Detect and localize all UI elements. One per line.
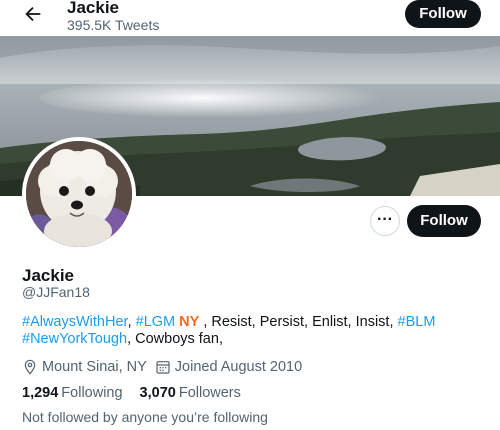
followers-count: 3,070 — [139, 385, 176, 401]
avatar-image — [26, 141, 132, 247]
profile-meta: Mount Sinai, NY Joined August 2010 — [22, 358, 310, 376]
bio-separator: , — [127, 314, 136, 330]
hashtag-lgm[interactable]: #LGM — [136, 314, 176, 330]
arrow-left-icon — [25, 6, 41, 22]
avatar[interactable] — [22, 137, 136, 251]
bio-text: , Resist, Persist, Enlist, Insist, — [199, 314, 398, 330]
location: Mount Sinai, NY — [22, 358, 147, 376]
more-options-button[interactable]: ··· — [370, 206, 400, 236]
mets-logo-icon: NY — [175, 314, 200, 330]
header-follow-button[interactable]: Follow — [405, 0, 481, 28]
joined-text: Joined August 2010 — [174, 359, 303, 375]
display-name: Jackie — [22, 266, 74, 285]
back-button[interactable] — [22, 3, 44, 25]
join-date: Joined August 2010 — [155, 358, 302, 376]
following-count: 1,294 — [22, 385, 59, 401]
header-tweet-count: 395.5K Tweets — [67, 17, 160, 33]
bio: #AlwaysWithHer, #LGM NY , Resist, Persis… — [22, 314, 482, 348]
header-name: Jackie — [67, 0, 119, 17]
bio-text-2: , Cowboys fan, — [127, 331, 223, 347]
location-pin-icon — [24, 359, 36, 375]
follow-stats: 1,294 Following 3,070 Followers — [22, 384, 258, 402]
follow-button[interactable]: Follow — [407, 205, 481, 237]
calendar-icon — [156, 361, 170, 374]
following-link[interactable]: 1,294 Following — [22, 384, 123, 402]
hashtag-alwayswithher[interactable]: #AlwaysWithHer — [22, 314, 128, 330]
location-text: Mount Sinai, NY — [42, 359, 147, 375]
following-label: Following — [61, 385, 123, 401]
not-followed-note: Not followed by anyone you’re following — [22, 409, 268, 425]
hashtag-newyorktough[interactable]: #NewYorkTough — [22, 331, 127, 347]
top-bar: Jackie 395.5K Tweets Follow — [0, 0, 500, 36]
followers-link[interactable]: 3,070 Followers — [140, 384, 241, 402]
user-handle: @JJFan18 — [22, 284, 90, 300]
more-icon: ··· — [377, 211, 393, 228]
hashtag-blm[interactable]: #BLM — [398, 314, 436, 330]
followers-label: Followers — [178, 385, 241, 401]
